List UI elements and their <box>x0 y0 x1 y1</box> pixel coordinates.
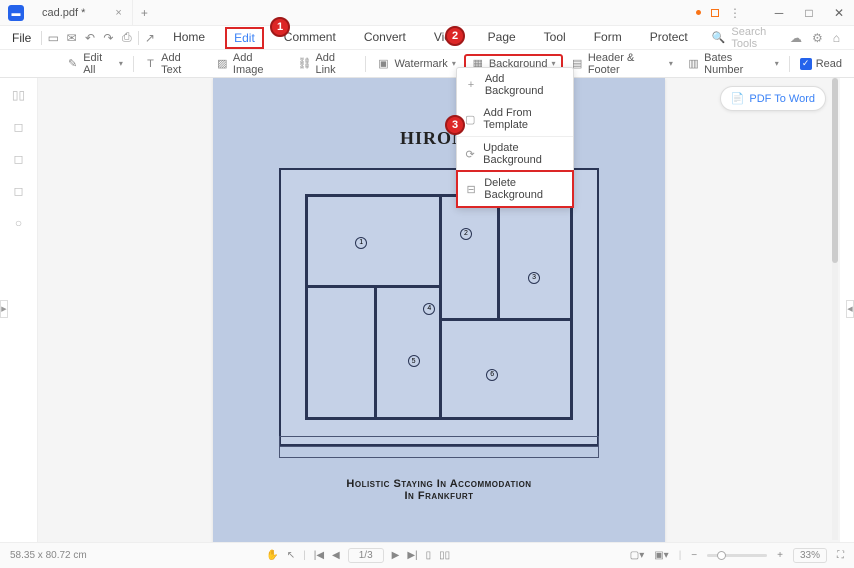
redo-icon[interactable]: ↷ <box>101 29 115 47</box>
menubar: File ▭ ✉ ↶ ↷ ⎙ ↗ Home Edit Comment Conve… <box>0 26 854 50</box>
titlebar: ▬ cad.pdf * × + ⋮ ─ □ ✕ <box>0 0 854 26</box>
annotation-badge-3: 3 <box>445 115 465 135</box>
search-panel-icon[interactable]: ○ <box>10 214 28 232</box>
thumbnails-icon[interactable]: ▯▯ <box>10 86 28 104</box>
mail-icon[interactable]: ✉ <box>65 29 79 47</box>
prev-page-icon[interactable]: ◀ <box>332 550 340 561</box>
zoom-value[interactable]: 33% <box>793 548 827 563</box>
read-button[interactable]: ✓Read <box>794 56 848 72</box>
file-tab[interactable]: cad.pdf * × <box>32 0 133 25</box>
edit-toolbar: ✎Edit All▾ TAdd Text ▨Add Image ⛓Add Lin… <box>0 50 854 78</box>
background-dropdown: +Add Background ▢Add From Template ⟳Upda… <box>456 67 574 208</box>
minimize-button[interactable]: ─ <box>769 4 789 22</box>
add-link-button[interactable]: ⛓Add Link <box>292 50 362 78</box>
zoom-in-icon[interactable]: + <box>777 550 783 561</box>
close-tab-icon[interactable]: × <box>115 7 121 19</box>
hand-tool-icon[interactable]: ✋ <box>266 550 278 561</box>
add-image-button[interactable]: ▨Add Image <box>210 50 290 78</box>
delete-icon: ⊟ <box>466 183 476 195</box>
zoom-slider[interactable] <box>707 554 767 557</box>
add-from-template-item[interactable]: ▢Add From Template <box>457 102 573 136</box>
add-background-item[interactable]: +Add Background <box>457 68 573 102</box>
expand-right-handle[interactable]: ◀ <box>846 300 854 318</box>
image-icon: ▨ <box>216 57 229 71</box>
attachments-icon[interactable]: ◻ <box>10 182 28 200</box>
select-tool-icon[interactable]: ↖ <box>287 550 295 561</box>
maximize-button[interactable]: □ <box>799 4 819 22</box>
bates-icon: ▥ <box>687 57 700 71</box>
add-tab-button[interactable]: + <box>133 6 156 20</box>
last-page-icon[interactable]: ▶| <box>407 550 417 561</box>
app-logo: ▬ <box>8 5 24 21</box>
watermark-button[interactable]: ▣Watermark▾ <box>370 55 461 73</box>
document-viewport[interactable]: HIROMI 1 2 3 4 5 6 Holistic Staying In A… <box>38 78 840 542</box>
page-indicator[interactable]: 1/3 <box>348 548 384 563</box>
header-footer-button[interactable]: ▤Header & Footer▾ <box>565 50 679 78</box>
pdf-to-word-button[interactable]: 📄 PDF To Word <box>720 86 826 111</box>
status-dot-icon <box>696 10 701 15</box>
tab-tool[interactable]: Tool <box>536 27 574 49</box>
more-icon[interactable]: ↗ <box>143 29 157 47</box>
update-background-item[interactable]: ⟳Update Background <box>457 137 573 171</box>
cloud-icon[interactable]: ☁ <box>790 31 802 45</box>
print-icon[interactable]: ⎙ <box>120 29 134 47</box>
undo-icon[interactable]: ↶ <box>83 29 97 47</box>
file-menu[interactable]: File <box>6 31 37 45</box>
bookmark-icon[interactable]: ◻ <box>10 118 28 136</box>
tab-filename: cad.pdf * <box>42 7 85 19</box>
fit-page-icon[interactable]: ▣▾ <box>654 550 668 561</box>
edit-all-button[interactable]: ✎Edit All▾ <box>60 50 129 78</box>
bates-number-button[interactable]: ▥Bates Number▾ <box>681 50 785 78</box>
tab-edit[interactable]: Edit <box>225 27 264 49</box>
next-page-icon[interactable]: ▶ <box>392 550 400 561</box>
continuous-icon[interactable]: ▯▯ <box>439 550 450 561</box>
delete-background-item[interactable]: ⊟Delete Background <box>456 170 574 208</box>
first-page-icon[interactable]: |◀ <box>314 550 324 561</box>
menu-tabs: Home Edit Comment Convert View Page Tool… <box>165 27 696 49</box>
scroll-thumb[interactable] <box>832 78 838 263</box>
search-tools[interactable]: 🔍 Search Tools <box>704 26 786 50</box>
annotation-badge-1: 1 <box>270 17 290 37</box>
text-icon: T <box>144 57 157 71</box>
search-icon: 🔍 <box>712 31 726 44</box>
check-icon: ✓ <box>800 58 812 70</box>
tab-page[interactable]: Page <box>480 27 524 49</box>
expand-left-handle[interactable]: ▶ <box>0 300 8 318</box>
single-page-icon[interactable]: ▯ <box>426 550 432 561</box>
plus-icon: + <box>465 79 477 91</box>
page-dimensions: 58.35 x 80.72 cm <box>10 550 87 561</box>
layers-icon[interactable]: ◻ <box>10 150 28 168</box>
annotation-badge-2: 2 <box>445 26 465 46</box>
convert-icon: 📄 <box>731 92 745 105</box>
statusbar: 58.35 x 80.72 cm ✋ ↖ | |◀ ◀ 1/3 ▶ ▶| ▯ ▯… <box>0 542 854 568</box>
floorplan-drawing: 1 2 3 4 5 6 <box>279 168 599 446</box>
save-icon[interactable]: ▭ <box>46 29 60 47</box>
tab-home[interactable]: Home <box>165 27 213 49</box>
close-window-button[interactable]: ✕ <box>829 4 849 22</box>
update-icon: ⟳ <box>465 148 475 160</box>
zoom-out-icon[interactable]: − <box>691 550 697 561</box>
search-placeholder: Search Tools <box>731 26 778 50</box>
fit-width-icon[interactable]: ▢▾ <box>630 550 644 561</box>
vertical-scrollbar[interactable] <box>832 78 838 540</box>
add-text-button[interactable]: TAdd Text <box>138 50 208 78</box>
pdf-page: HIROMI 1 2 3 4 5 6 Holistic Staying In A… <box>213 78 665 542</box>
legend-box <box>279 436 599 458</box>
tab-form[interactable]: Form <box>586 27 630 49</box>
watermark-icon: ▣ <box>376 57 390 71</box>
tab-protect[interactable]: Protect <box>642 27 696 49</box>
tab-convert[interactable]: Convert <box>356 27 414 49</box>
fullscreen-icon[interactable]: ⛶ <box>837 550 844 561</box>
pencil-icon: ✎ <box>66 57 79 71</box>
home-icon[interactable]: ⌂ <box>833 31 840 45</box>
link-icon: ⛓ <box>298 57 312 71</box>
settings-icon[interactable]: ⚙ <box>812 31 823 45</box>
document-subtitle: Holistic Staying In Accommodation In Fra… <box>213 478 665 502</box>
notification-icon[interactable] <box>711 9 719 17</box>
template-icon: ▢ <box>465 113 475 125</box>
kebab-icon[interactable]: ⋮ <box>729 6 741 20</box>
